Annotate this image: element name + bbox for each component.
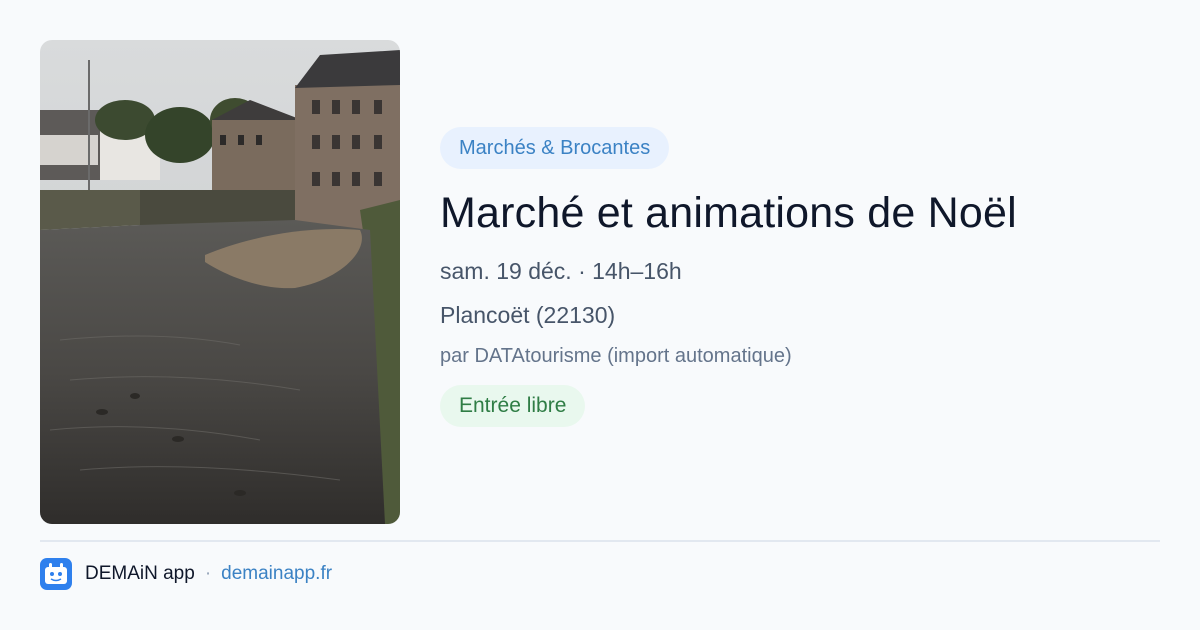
app-url-link[interactable]: demainapp.fr	[221, 563, 332, 585]
event-source: par DATAtourisme (import automatique)	[440, 345, 792, 367]
price-badge: Entrée libre	[440, 385, 586, 427]
footer-divider	[40, 540, 1160, 542]
demain-calendar-logo-icon	[40, 558, 72, 590]
event-photo	[40, 40, 400, 524]
category-badge: Marchés & Brocantes	[440, 127, 670, 169]
event-photo-image	[40, 40, 400, 524]
event-datetime: sam. 19 déc. · 14h–16h	[440, 258, 682, 284]
event-details: Marchés & Brocantes Marché et animations…	[440, 127, 1160, 427]
event-location: Plancoët (22130)	[440, 302, 616, 328]
app-name: DEMAiN app	[85, 563, 195, 584]
footer-separator: ·	[204, 563, 212, 584]
footer: DEMAiN app · demainapp.fr	[40, 558, 332, 590]
event-title: Marché et animations de Noël	[440, 189, 1017, 237]
